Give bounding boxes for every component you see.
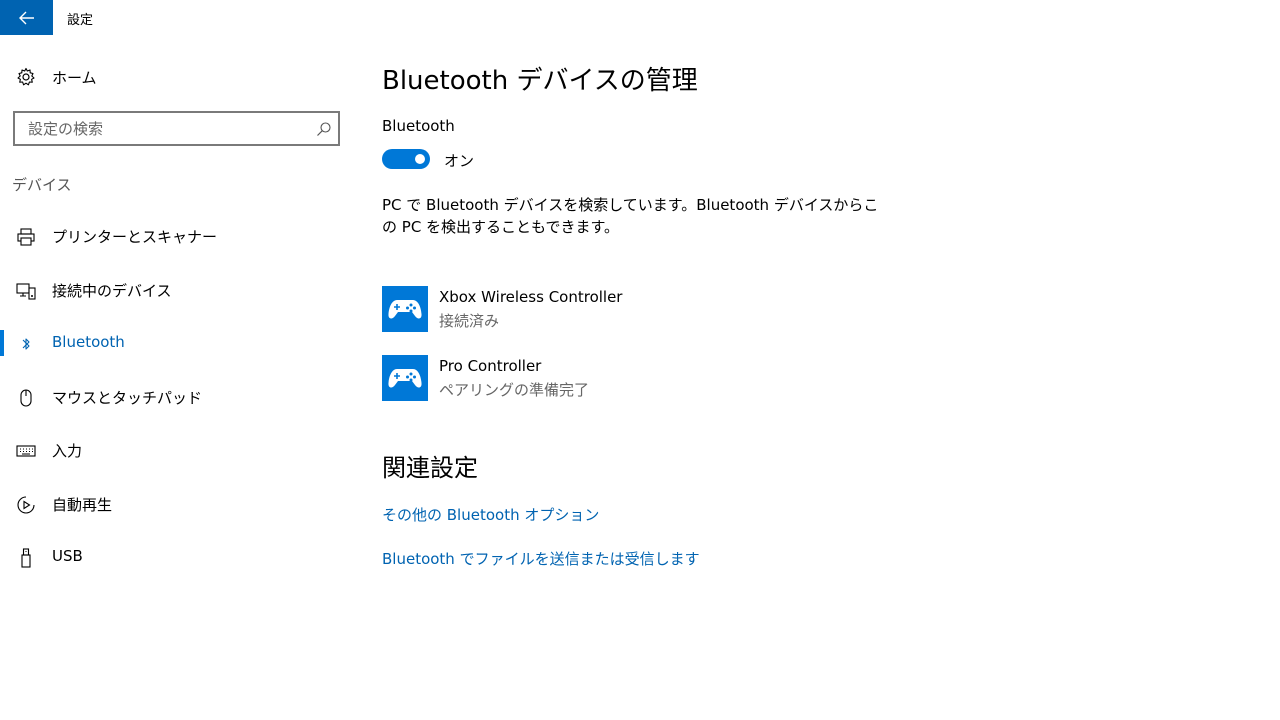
autoplay-icon	[17, 495, 35, 514]
gear-icon	[17, 67, 35, 86]
keyboard-icon	[16, 445, 36, 457]
device-item-pro-controller[interactable]: Pro Controller ペアリングの準備完了	[382, 355, 882, 401]
search-input[interactable]	[15, 113, 305, 144]
sidebar-home-label: ホーム	[52, 69, 97, 87]
search-box	[13, 111, 340, 146]
more-bluetooth-options-link[interactable]: その他の Bluetooth オプション	[382, 504, 599, 525]
send-receive-files-link[interactable]: Bluetooth でファイルを送信または受信します	[382, 548, 700, 569]
sidebar-item-label: 入力	[52, 442, 83, 460]
toggle-knob	[415, 154, 425, 164]
title-bar: 設定	[0, 0, 1280, 35]
toggle-state-label: オン	[444, 152, 475, 170]
connected-devices-icon	[16, 282, 36, 300]
bluetooth-toggle[interactable]	[382, 149, 430, 169]
usb-icon	[21, 548, 31, 568]
device-status: ペアリングの準備完了	[439, 381, 590, 399]
device-tile	[382, 355, 428, 401]
sidebar-home[interactable]: ホーム	[0, 59, 355, 95]
sidebar-item-label: プリンターとスキャナー	[52, 228, 218, 246]
back-arrow-icon	[18, 11, 34, 24]
sidebar-item-label: 接続中のデバイス	[52, 281, 172, 300]
sidebar-nav: プリンターとスキャナー 接続中のデバイス Bluetooth マウスとタッチパッ	[0, 210, 355, 585]
device-item-xbox[interactable]: Xbox Wireless Controller 接続済み	[382, 286, 882, 332]
sidebar-item-bluetooth[interactable]: Bluetooth	[0, 317, 355, 371]
bluetooth-description: PC で Bluetooth デバイスを検索しています。Bluetooth デバ…	[382, 196, 879, 236]
gamepad-icon	[388, 369, 422, 388]
active-indicator	[0, 330, 4, 356]
sidebar-item-label: マウスとタッチパッド	[52, 388, 203, 407]
device-name: Xbox Wireless Controller	[439, 288, 623, 306]
sidebar-item-usb[interactable]: USB	[0, 531, 355, 585]
sidebar: ホーム デバイス プリンターとスキャナー 接続中のデバイス	[0, 35, 355, 720]
sidebar-item-typing[interactable]: 入力	[0, 424, 355, 478]
gamepad-icon	[388, 300, 422, 319]
window-title: 設定	[67, 13, 94, 28]
related-settings-heading: 関連設定	[382, 454, 478, 482]
device-name: Pro Controller	[439, 357, 542, 375]
bluetooth-label: Bluetooth	[382, 117, 455, 135]
back-button[interactable]	[0, 0, 53, 35]
sidebar-item-label: 自動再生	[52, 495, 113, 514]
sidebar-item-label: Bluetooth	[52, 333, 125, 351]
search-icon[interactable]	[316, 121, 332, 137]
main-content: Bluetooth デバイスの管理 Bluetooth オン PC で Blue…	[382, 35, 1262, 720]
sidebar-item-connected-devices[interactable]: 接続中のデバイス	[0, 264, 355, 318]
section-heading: デバイス	[12, 176, 72, 194]
bluetooth-icon	[22, 338, 30, 350]
sidebar-item-printers[interactable]: プリンターとスキャナー	[0, 210, 355, 264]
sidebar-item-mouse[interactable]: マウスとタッチパッド	[0, 371, 355, 425]
printer-icon	[17, 228, 35, 246]
device-status: 接続済み	[439, 312, 500, 330]
mouse-icon	[20, 388, 32, 407]
page-title: Bluetooth デバイスの管理	[382, 66, 698, 96]
device-tile	[382, 286, 428, 332]
sidebar-item-autoplay[interactable]: 自動再生	[0, 478, 355, 532]
sidebar-item-label: USB	[52, 547, 83, 565]
